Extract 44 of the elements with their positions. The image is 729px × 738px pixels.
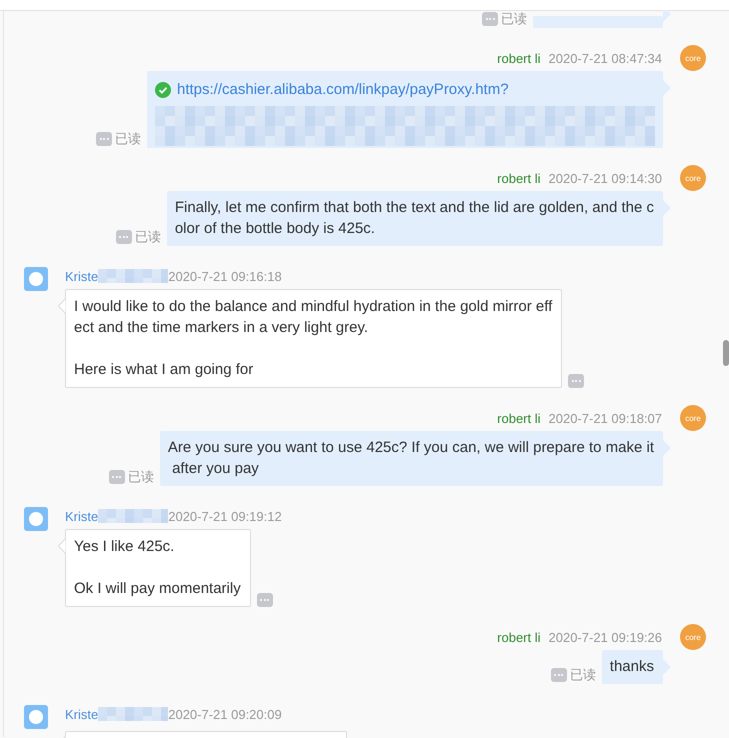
avatar: core [680, 45, 706, 71]
read-status: 已读 [128, 468, 154, 486]
more-button[interactable] [482, 12, 498, 26]
check-icon [155, 82, 171, 98]
more-button[interactable] [550, 668, 567, 682]
read-status: 已读 [134, 228, 161, 246]
scrollbar-thumb[interactable] [723, 340, 729, 366]
more-button[interactable] [108, 470, 125, 484]
bubble-tail [663, 10, 671, 22]
sender-name: Kriste [65, 508, 98, 524]
message-bubble: thanks [602, 650, 663, 684]
sender-name: robert li [497, 410, 541, 426]
message-time: 2020-7-21 09:19:12 [168, 508, 282, 524]
more-button[interactable] [116, 230, 132, 244]
sender-name: robert li [497, 50, 541, 66]
message-link[interactable]: https://cashier.alibaba.com/linkpay/payProxy.htm? [155, 79, 655, 100]
read-status: 已读 [501, 10, 527, 28]
message-bubble: Yes I like 425c. Ok I will pay momentarily [65, 529, 251, 607]
bubble-tail [58, 298, 66, 314]
message-bubble: Finally, let me confirm that both the text and the lid are golden, and the c olor of the bottle body is 425c. [166, 191, 663, 246]
more-button[interactable] [96, 132, 112, 146]
avatar: core [680, 405, 706, 431]
message-time: 2020-7-21 08:47:34 [548, 50, 662, 66]
more-button[interactable] [256, 593, 273, 607]
sender-name: robert li [497, 630, 541, 644]
message-bubble: Are you sure you want to use 425c? If you can, we will prepare to make it after you pay [160, 431, 663, 486]
sender-name: Kriste [65, 268, 98, 284]
avatar [24, 705, 48, 729]
message-time: 2020-7-21 09:20:09 [168, 706, 282, 722]
message-bubble: I would like to do the balance and mindful hydration in the gold mirror eff ect and the time markers in a very light grey. Here is what I am going for [65, 289, 562, 388]
bubble-tail [58, 538, 66, 554]
avatar: core [680, 165, 706, 191]
message-time: 2020-7-21 09:19:26 [548, 630, 662, 644]
read-status: 已读 [570, 666, 596, 684]
message-time: 2020-7-21 09:18:07 [548, 410, 662, 426]
read-status: 已读 [115, 130, 141, 148]
sender-name: robert li [497, 170, 541, 186]
message-time: 2020-7-21 09:14:30 [548, 170, 662, 186]
avatar [24, 507, 48, 531]
avatar: core [680, 624, 706, 650]
message-time: 2020-7-21 09:16:18 [168, 268, 282, 284]
more-button[interactable] [568, 374, 584, 388]
sender-name: Kriste [65, 706, 98, 722]
avatar [24, 267, 48, 291]
